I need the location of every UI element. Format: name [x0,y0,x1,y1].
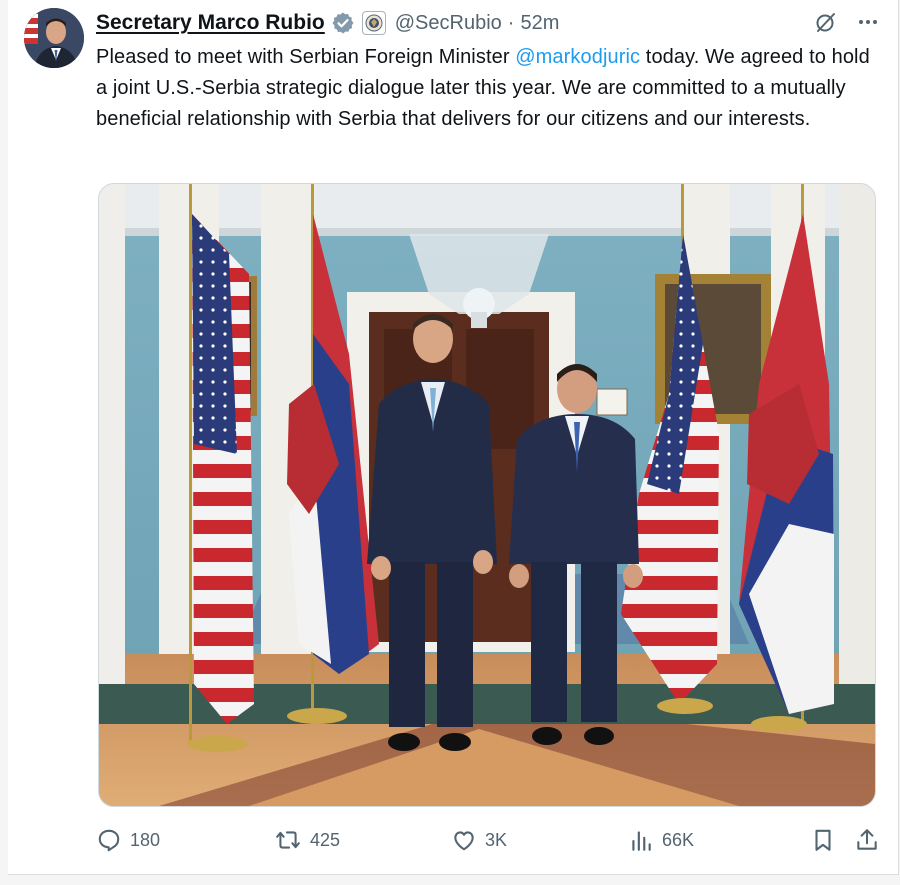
more-dots-icon[interactable] [856,10,880,34]
tweet-text: Pleased to meet with Serbian Foreign Min… [96,42,886,135]
reply-count: 180 [130,829,161,850]
slashed-circle-icon[interactable] [814,10,838,34]
author-handle[interactable]: @SecRubio [395,12,502,35]
views-button[interactable]: 66K [628,822,694,858]
views-count: 66K [662,829,695,850]
tweet-card[interactable]: Secretary Marco Rubio @SecRubio · 52m Pl… [8,0,899,875]
heart-icon [454,831,474,851]
bookmark-icon [815,829,831,851]
reply-button[interactable]: 180 [96,822,160,858]
repost-button[interactable]: 425 [274,822,340,858]
views-bar-icon [632,831,651,851]
repost-icon [276,831,300,849]
reply-icon [98,829,120,852]
avatar[interactable] [24,8,84,68]
share-icon [857,829,877,850]
separator-dot: · [507,11,515,34]
repost-count: 425 [310,829,341,850]
top-actions [814,10,880,34]
like-count: 3K [485,829,508,850]
tweet-photo[interactable] [98,183,876,807]
tweet-text-start: Pleased to meet with Serbian Foreign Min… [96,46,516,68]
tweet-actions: 180 425 3K 66K [96,822,888,858]
government-seal-icon [361,11,386,35]
photo-illustration [99,184,875,806]
author-name[interactable]: Secretary Marco Rubio [96,11,325,35]
mention-link[interactable]: @markodjuric [515,46,640,68]
share-button[interactable] [854,822,880,858]
like-button[interactable]: 3K [451,822,507,858]
bookmark-button[interactable] [810,822,836,858]
timestamp[interactable]: 52m [520,12,559,35]
tweet-header: Secretary Marco Rubio @SecRubio · 52m [96,8,559,38]
verified-badge-icon [332,12,354,34]
